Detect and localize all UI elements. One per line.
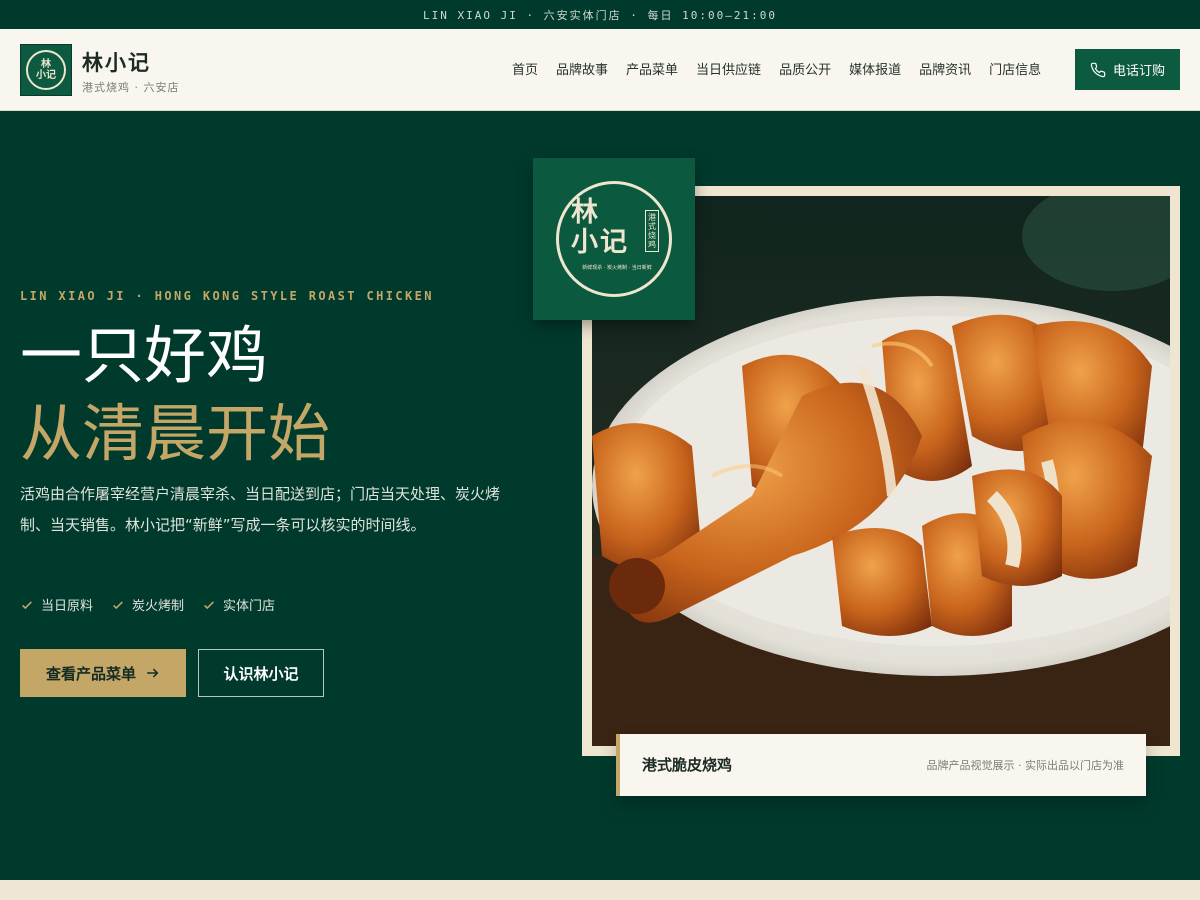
nav-store-info[interactable]: 门店信息 (989, 59, 1041, 78)
nav-media[interactable]: 媒体报道 (849, 59, 901, 78)
nav-menu[interactable]: 产品菜单 (626, 59, 678, 78)
checkmark-icon (113, 600, 123, 609)
hero-headline-line2: 从清晨开始 (20, 397, 331, 470)
nav-quality[interactable]: 品质公开 (779, 59, 831, 78)
feature-item: 实体门店 (202, 595, 275, 614)
brand-logo[interactable]: 林小记 (20, 44, 72, 96)
nav-brand-story[interactable]: 品牌故事 (556, 59, 608, 78)
main-nav: 首页 品牌故事 产品菜单 当日供应链 品质公开 媒体报道 品牌资讯 门店信息 (512, 59, 1041, 78)
brand-subtitle: 港式烧鸡 · 六安店 (82, 81, 180, 94)
brand-name[interactable]: 林小记 (82, 47, 151, 77)
phone-icon (1090, 62, 1106, 77)
arrow-right-icon (146, 668, 159, 678)
hero-eyebrow: LIN XIAO JI · HONG KONG STYLE ROAST CHIC… (20, 289, 434, 303)
feature-label: 实体门店 (223, 599, 276, 614)
hero-feature-list: 当日原料 炭火烤制 实体门店 (20, 595, 275, 614)
feature-label: 当日原料 (41, 599, 94, 614)
hero-description: 活鸡由合作屠宰经营户清晨宰杀、当日配送到店；门店当天处理、炭火烤制、当天销售。林… (20, 485, 501, 534)
brand-badge: 林小记 港式烧鸡 新鲜现杀 · 炭火烤制 · 当日新鲜 (533, 158, 695, 320)
about-brand-label: 认识林小记 (223, 664, 299, 683)
hero-section: LIN XIAO JI · HONG KONG STYLE ROAST CHIC… (0, 112, 1200, 880)
checkmark-icon (22, 600, 32, 609)
view-menu-label: 查看产品菜单 (45, 664, 136, 683)
caption-title: 港式脆皮烧鸡 (642, 756, 733, 774)
site-header: 林小记 林小记 港式烧鸡 · 六安店 首页 品牌故事 产品菜单 当日供应链 品质… (0, 29, 1200, 111)
hero-headline-line1: 一只好鸡 (20, 319, 269, 392)
brand-badge-emblem: 林小记 港式烧鸡 新鲜现杀 · 炭火烤制 · 当日新鲜 (556, 181, 672, 297)
badge-name: 林小记 (571, 197, 629, 258)
badge-side-label: 港式烧鸡 (645, 210, 659, 252)
feature-label: 炭火烤制 (132, 599, 185, 614)
view-menu-button[interactable]: 查看产品菜单 (20, 649, 186, 697)
nav-supply-chain[interactable]: 当日供应链 (696, 59, 761, 78)
checkmark-icon (204, 600, 214, 609)
top-info-text: LIN XIAO JI · 六安实体门店 · 每日 10:00—21:00 (422, 8, 778, 22)
phone-order-button[interactable]: 电话订购 (1075, 49, 1180, 90)
caption-note: 品牌产品视觉展示 · 实际出品以门店为准 (926, 759, 1125, 772)
badge-tagline: 新鲜现杀 · 炭火烤制 · 当日新鲜 (582, 265, 652, 271)
brand-logo-emblem: 林小记 (26, 50, 66, 90)
nav-home[interactable]: 首页 (512, 59, 538, 78)
top-info-bar: LIN XIAO JI · 六安实体门店 · 每日 10:00—21:00 (0, 0, 1200, 29)
nav-news[interactable]: 品牌资讯 (919, 59, 971, 78)
feature-item: 当日原料 (20, 595, 93, 614)
about-brand-button[interactable]: 认识林小记 (198, 649, 324, 697)
feature-item: 炭火烤制 (111, 595, 184, 614)
next-section-edge (0, 880, 1200, 900)
phone-order-label: 电话订购 (1112, 64, 1165, 79)
photo-caption-card: 港式脆皮烧鸡 品牌产品视觉展示 · 实际出品以门店为准 (616, 734, 1146, 796)
